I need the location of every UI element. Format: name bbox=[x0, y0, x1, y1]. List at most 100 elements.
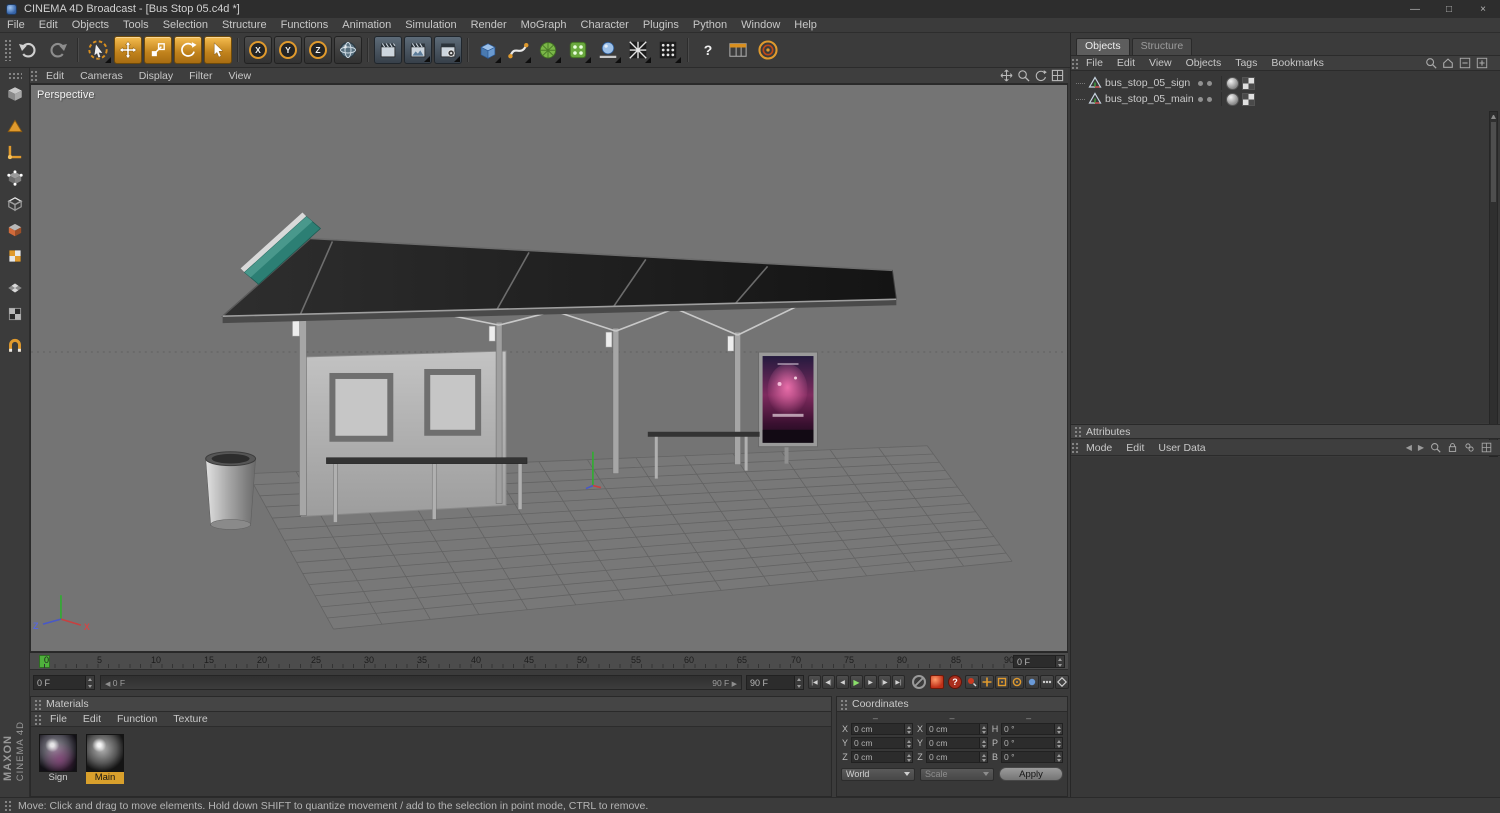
om-menu-view[interactable]: View bbox=[1142, 57, 1179, 69]
scrollbar-thumb[interactable] bbox=[1491, 122, 1496, 202]
edges-mode-button[interactable] bbox=[3, 192, 27, 216]
status-drag-handle[interactable] bbox=[4, 800, 12, 811]
om-menu-edit[interactable]: Edit bbox=[1110, 57, 1142, 69]
attributes-drag-handle[interactable] bbox=[1074, 426, 1082, 437]
add-environment-button[interactable] bbox=[594, 36, 622, 64]
maximize-button[interactable]: □ bbox=[1432, 0, 1466, 18]
attr-nav-back-icon[interactable]: ◀ bbox=[1406, 443, 1412, 452]
attr-search-icon[interactable] bbox=[1430, 442, 1441, 453]
menu-render[interactable]: Render bbox=[464, 19, 514, 31]
menu-structure[interactable]: Structure bbox=[215, 19, 274, 31]
attr-layout-icon[interactable] bbox=[1481, 442, 1492, 453]
size-z-stepper[interactable] bbox=[979, 752, 987, 762]
mat-menu-file[interactable]: File bbox=[42, 713, 75, 725]
object-row-main[interactable]: bus_stop_05_main bbox=[1071, 91, 1500, 107]
range-start-input[interactable]: 0 F bbox=[33, 675, 95, 690]
object-row-sign[interactable]: bus_stop_05_sign bbox=[1071, 75, 1500, 91]
mat-menu-function[interactable]: Function bbox=[109, 713, 165, 725]
shelter-wall[interactable] bbox=[300, 350, 507, 518]
om-collapse-icon[interactable] bbox=[1459, 57, 1471, 69]
add-spline-button[interactable] bbox=[504, 36, 532, 64]
menu-mograph[interactable]: MoGraph bbox=[514, 19, 574, 31]
viewport-3d[interactable]: Perspective X Z bbox=[30, 84, 1068, 652]
menu-functions[interactable]: Functions bbox=[274, 19, 336, 31]
pos-x-stepper[interactable] bbox=[904, 724, 912, 734]
record-scale-button[interactable] bbox=[995, 675, 1009, 689]
attr-menu-mode[interactable]: Mode bbox=[1079, 442, 1119, 454]
materials-menu-handle[interactable] bbox=[34, 713, 42, 725]
keyframe-selection-button[interactable] bbox=[1055, 675, 1069, 689]
model-mode-button[interactable] bbox=[3, 114, 27, 138]
snapping-button[interactable] bbox=[624, 36, 652, 64]
workplane-mode-button[interactable] bbox=[3, 276, 27, 300]
menu-plugins[interactable]: Plugins bbox=[636, 19, 686, 31]
viewport-canvas[interactable]: X Z bbox=[31, 85, 1067, 651]
menu-python[interactable]: Python bbox=[686, 19, 734, 31]
poster[interactable] bbox=[758, 351, 818, 464]
om-expand-icon[interactable] bbox=[1476, 57, 1488, 69]
render-visibility-dot[interactable] bbox=[1207, 80, 1212, 86]
redo-button[interactable] bbox=[44, 36, 72, 64]
visibility-toggles[interactable] bbox=[1193, 96, 1217, 102]
lock-y-axis-button[interactable]: Y bbox=[274, 36, 302, 64]
menu-character[interactable]: Character bbox=[574, 19, 636, 31]
mat-menu-edit[interactable]: Edit bbox=[75, 713, 109, 725]
add-mograph-cloner-button[interactable] bbox=[564, 36, 592, 64]
interactive-render-region-button[interactable] bbox=[754, 36, 782, 64]
palette-drag-handle[interactable] bbox=[7, 72, 22, 80]
tab-structure[interactable]: Structure bbox=[1131, 38, 1193, 55]
size-x-stepper[interactable] bbox=[979, 724, 987, 734]
menu-help[interactable]: Help bbox=[787, 19, 824, 31]
record-pla-button[interactable] bbox=[1040, 675, 1054, 689]
editor-visibility-dot[interactable] bbox=[1198, 80, 1203, 86]
attr-nav-forward-icon[interactable]: ▶ bbox=[1418, 443, 1424, 452]
om-menu-objects[interactable]: Objects bbox=[1179, 57, 1229, 69]
lock-x-axis-button[interactable]: X bbox=[244, 36, 272, 64]
size-z-input[interactable]: 0 cm bbox=[926, 751, 988, 763]
phong-tag[interactable] bbox=[1226, 92, 1239, 106]
goto-start-button[interactable]: |◀ bbox=[808, 675, 821, 689]
attr-lock-icon[interactable] bbox=[1447, 442, 1458, 453]
autokeying-button[interactable]: ? bbox=[948, 675, 962, 689]
pos-y-stepper[interactable] bbox=[904, 738, 912, 748]
menu-tools[interactable]: Tools bbox=[116, 19, 156, 31]
add-subdivision-surface-button[interactable] bbox=[534, 36, 562, 64]
mat-menu-texture[interactable]: Texture bbox=[165, 713, 215, 725]
object-axis-mode-button[interactable] bbox=[3, 140, 27, 164]
rot-p-stepper[interactable] bbox=[1054, 738, 1062, 748]
texture-tag[interactable] bbox=[1242, 76, 1255, 90]
render-settings-button[interactable] bbox=[434, 36, 462, 64]
preview-range-slider[interactable]: ◀ 0 F 90 F ▶ bbox=[100, 675, 742, 690]
rot-b-stepper[interactable] bbox=[1054, 752, 1062, 762]
position-column-header[interactable]: – bbox=[873, 713, 878, 723]
vp-menu-cameras[interactable]: Cameras bbox=[72, 70, 131, 82]
help-button[interactable]: ? bbox=[694, 36, 722, 64]
vp-menu-filter[interactable]: Filter bbox=[181, 70, 220, 82]
camera-zoom-icon[interactable] bbox=[1017, 69, 1030, 82]
rotation-column-header[interactable]: – bbox=[1026, 713, 1031, 723]
object-name[interactable]: bus_stop_05_sign bbox=[1105, 77, 1193, 89]
rot-p-input[interactable]: 0 ° bbox=[1001, 737, 1063, 749]
tab-objects[interactable]: Objects bbox=[1076, 38, 1130, 55]
menu-file[interactable]: File bbox=[0, 19, 32, 31]
play-button[interactable]: ▶ bbox=[850, 675, 863, 689]
material-main[interactable]: Main bbox=[86, 734, 126, 784]
camera-rotate-icon[interactable] bbox=[1034, 69, 1047, 82]
menu-edit[interactable]: Edit bbox=[32, 19, 65, 31]
texture-axis-mode-button[interactable] bbox=[3, 302, 27, 326]
coordinate-system-button[interactable] bbox=[334, 36, 362, 64]
rot-h-input[interactable]: 0 ° bbox=[1001, 723, 1063, 735]
next-key-button[interactable]: |▶ bbox=[878, 675, 891, 689]
editor-visibility-dot[interactable] bbox=[1198, 96, 1203, 102]
pos-x-input[interactable]: 0 cm bbox=[851, 723, 913, 735]
next-frame-button[interactable]: ▶ bbox=[864, 675, 877, 689]
lock-z-axis-button[interactable]: Z bbox=[304, 36, 332, 64]
om-menu-tags[interactable]: Tags bbox=[1228, 57, 1264, 69]
om-menu-handle[interactable] bbox=[1071, 57, 1079, 69]
pos-z-input[interactable]: 0 cm bbox=[851, 751, 913, 763]
rot-b-input[interactable]: 0 ° bbox=[1001, 751, 1063, 763]
apply-button[interactable]: Apply bbox=[999, 767, 1063, 781]
menu-simulation[interactable]: Simulation bbox=[398, 19, 463, 31]
range-start-stepper[interactable] bbox=[85, 676, 94, 689]
material-main-preview[interactable] bbox=[86, 734, 124, 772]
